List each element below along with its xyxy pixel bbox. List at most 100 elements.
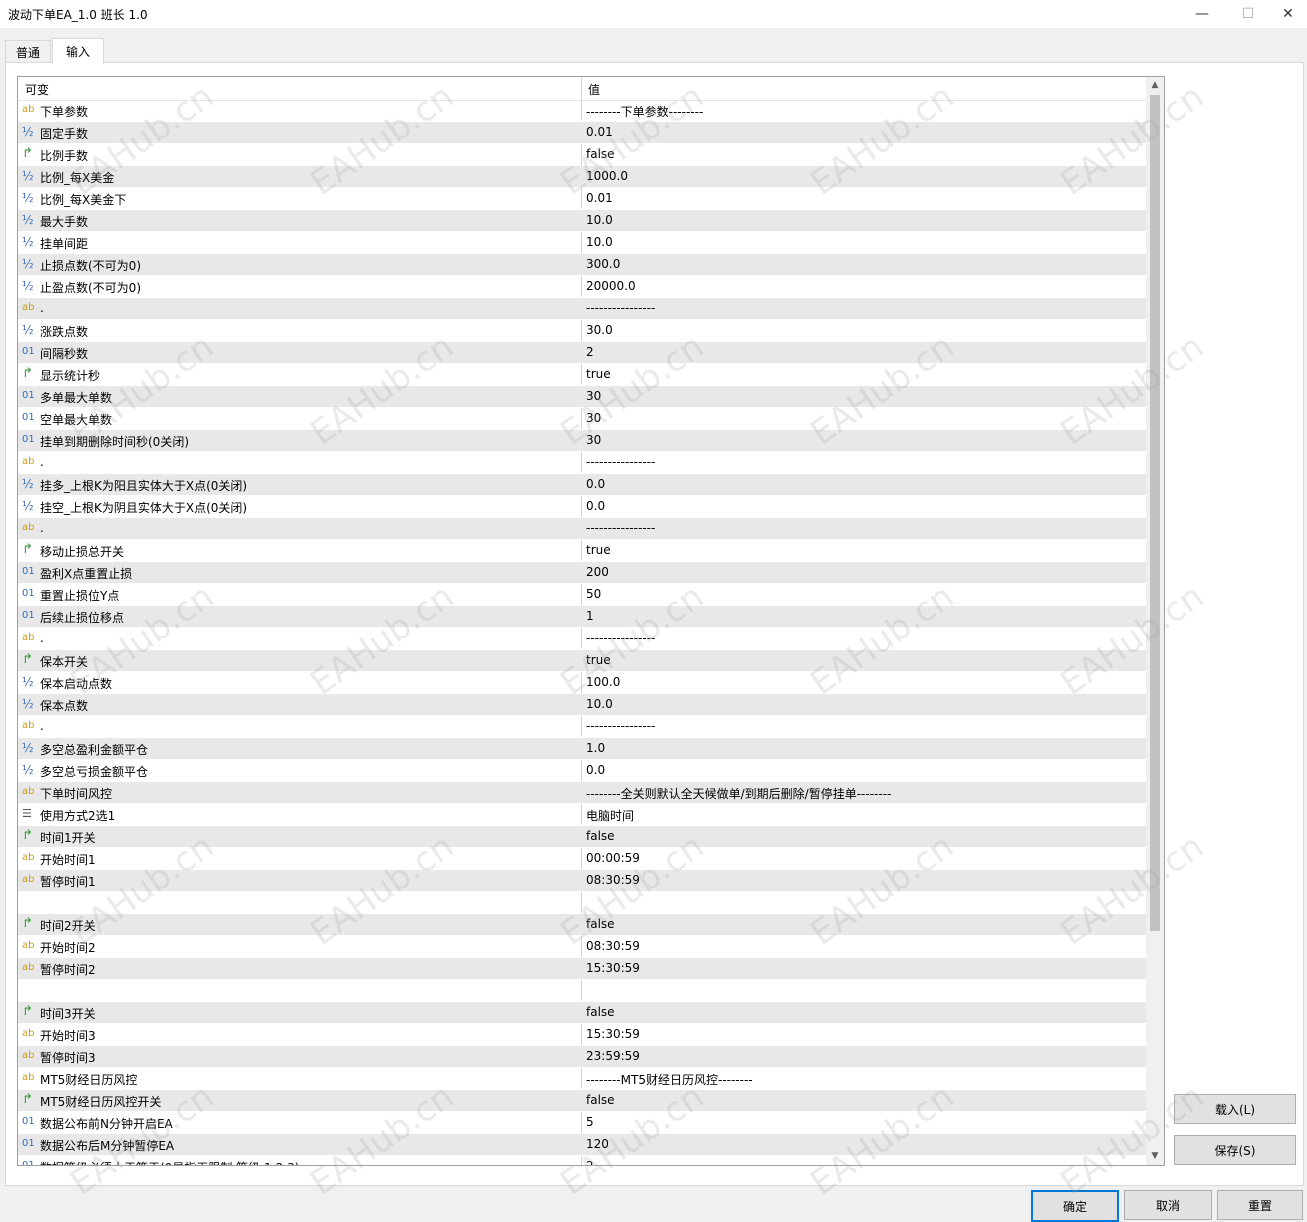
table-row[interactable]: 01 重置止损位Y点 50 xyxy=(18,584,1146,606)
table-row[interactable]: ab. ---------------- xyxy=(18,518,1146,540)
table-row[interactable]: ½ 止损点数(不可为0) 300.0 xyxy=(18,254,1146,276)
parameter-value[interactable]: 100.0 xyxy=(586,675,620,689)
parameter-value[interactable]: --------下单参数-------- xyxy=(586,103,703,120)
parameter-value[interactable]: 1000.0 xyxy=(586,169,628,183)
table-row[interactable]: ↱ 时间2开关 false xyxy=(18,914,1146,936)
table-row[interactable]: ½ 保本点数 10.0 xyxy=(18,694,1146,716)
parameter-value[interactable]: 50 xyxy=(586,587,601,601)
table-row[interactable]: ab 开始时间1 00:00:59 xyxy=(18,848,1146,870)
table-row[interactable]: ab 暂停时间1 08:30:59 xyxy=(18,870,1146,892)
table-row[interactable] xyxy=(18,892,1146,914)
parameter-value[interactable]: false xyxy=(586,1005,615,1019)
ok-button[interactable]: 确定 xyxy=(1031,1190,1119,1222)
table-row[interactable]: ☰ 使用方式2选1 电脑时间 xyxy=(18,804,1146,826)
scroll-thumb[interactable] xyxy=(1150,95,1160,931)
parameter-value[interactable]: 2 xyxy=(586,345,594,359)
parameter-value[interactable]: 23:59:59 xyxy=(586,1049,640,1063)
parameter-value[interactable]: false xyxy=(586,147,615,161)
table-row[interactable]: ½ 挂空_上根K为阴且实体大于X点(0关闭) 0.0 xyxy=(18,496,1146,518)
save-button[interactable]: 保存(S) xyxy=(1174,1135,1296,1165)
parameter-value[interactable]: 08:30:59 xyxy=(586,873,640,887)
table-row[interactable]: ab 开始时间2 08:30:59 xyxy=(18,936,1146,958)
table-row[interactable]: 01 间隔秒数 2 xyxy=(18,342,1146,364)
parameter-value[interactable]: --------MT5财经日历风控-------- xyxy=(586,1071,753,1088)
cancel-button[interactable]: 取消 xyxy=(1124,1190,1212,1220)
table-row[interactable]: ½ 涨跌点数 30.0 xyxy=(18,320,1146,342)
parameter-value[interactable]: ---------------- xyxy=(586,719,655,733)
column-header-variable[interactable]: 可变 xyxy=(25,81,49,98)
table-row[interactable]: ½ 最大手数 10.0 xyxy=(18,210,1146,232)
table-row[interactable] xyxy=(18,980,1146,1002)
parameter-value[interactable]: 5 xyxy=(586,1115,594,1129)
parameter-value[interactable]: true xyxy=(586,653,611,667)
table-row[interactable]: ab 暂停时间2 15:30:59 xyxy=(18,958,1146,980)
parameter-value[interactable]: true xyxy=(586,543,611,557)
parameter-value[interactable]: ---------------- xyxy=(586,521,655,535)
table-row[interactable]: 01 数据等级必须大于等于(0是指无限制 等级:1 2 3) 2 xyxy=(18,1156,1146,1165)
tab-common[interactable]: 普通 xyxy=(5,40,51,63)
table-row[interactable]: ab. ---------------- xyxy=(18,628,1146,650)
parameter-value[interactable]: 08:30:59 xyxy=(586,939,640,953)
parameter-value[interactable]: 1.0 xyxy=(586,741,605,755)
table-row[interactable]: 01 空单最大单数 30 xyxy=(18,408,1146,430)
table-row[interactable]: ↱ 比例手数 false xyxy=(18,144,1146,166)
table-row[interactable]: ½ 比例_每X美金下 0.01 xyxy=(18,188,1146,210)
minimize-icon[interactable]: — xyxy=(1179,0,1225,28)
parameter-value[interactable]: --------全关则默认全天候做单/到期后删除/暂停挂单-------- xyxy=(586,785,891,802)
table-row[interactable]: ½ 多空总亏损金额平仓 0.0 xyxy=(18,760,1146,782)
table-row[interactable]: ½ 挂多_上根K为阳且实体大于X点(0关闭) 0.0 xyxy=(18,474,1146,496)
table-row[interactable]: ↱ 时间1开关 false xyxy=(18,826,1146,848)
parameter-value[interactable]: 0.01 xyxy=(586,191,613,205)
parameter-value[interactable]: 0.0 xyxy=(586,499,605,513)
table-row[interactable]: ↱ 保本开关 true xyxy=(18,650,1146,672)
table-row[interactable]: ab. ---------------- xyxy=(18,716,1146,738)
table-row[interactable]: ½ 止盈点数(不可为0) 20000.0 xyxy=(18,276,1146,298)
table-row[interactable]: ab. ---------------- xyxy=(18,298,1146,320)
load-button[interactable]: 载入(L) xyxy=(1174,1094,1296,1124)
table-row[interactable]: ab. ---------------- xyxy=(18,452,1146,474)
table-row[interactable]: ↱ MT5财经日历风控开关 false xyxy=(18,1090,1146,1112)
table-row[interactable]: ab 开始时间3 15:30:59 xyxy=(18,1024,1146,1046)
parameter-value[interactable]: false xyxy=(586,1093,615,1107)
parameter-value[interactable]: 30.0 xyxy=(586,323,613,337)
parameter-value[interactable]: 15:30:59 xyxy=(586,1027,640,1041)
parameter-value[interactable]: 15:30:59 xyxy=(586,961,640,975)
parameter-value[interactable]: 0.01 xyxy=(586,125,613,139)
parameter-value[interactable]: 电脑时间 xyxy=(586,807,634,824)
vertical-scrollbar[interactable]: ▲ ▼ xyxy=(1146,77,1164,1165)
table-row[interactable]: ½ 挂单间距 10.0 xyxy=(18,232,1146,254)
table-row[interactable]: ab 下单参数 --------下单参数-------- xyxy=(18,100,1146,122)
parameter-value[interactable]: 120 xyxy=(586,1137,609,1151)
tab-inputs[interactable]: 输入 xyxy=(52,38,104,64)
parameter-value[interactable]: 30 xyxy=(586,389,601,403)
reset-button[interactable]: 重置 xyxy=(1217,1190,1303,1220)
table-row[interactable]: ↱ 显示统计秒 true xyxy=(18,364,1146,386)
parameter-value[interactable]: 2 xyxy=(586,1159,594,1165)
column-header-value[interactable]: 值 xyxy=(588,81,600,98)
table-row[interactable]: 01 挂单到期删除时间秒(0关闭) 30 xyxy=(18,430,1146,452)
parameter-value[interactable]: 30 xyxy=(586,411,601,425)
table-row[interactable]: ½ 比例_每X美金 1000.0 xyxy=(18,166,1146,188)
parameter-value[interactable]: 200 xyxy=(586,565,609,579)
table-row[interactable]: ab MT5财经日历风控 --------MT5财经日历风控-------- xyxy=(18,1068,1146,1090)
parameter-value[interactable]: 300.0 xyxy=(586,257,620,271)
parameter-value[interactable]: 30 xyxy=(586,433,601,447)
scroll-up-icon[interactable]: ▲ xyxy=(1146,77,1164,94)
table-row[interactable]: ↱ 时间3开关 false xyxy=(18,1002,1146,1024)
table-row[interactable]: ½ 固定手数 0.01 xyxy=(18,122,1146,144)
parameter-value[interactable]: ---------------- xyxy=(586,301,655,315)
table-row[interactable]: ab 下单时间风控 --------全关则默认全天候做单/到期后删除/暂停挂单---… xyxy=(18,782,1146,804)
table-row[interactable]: ab 暂停时间3 23:59:59 xyxy=(18,1046,1146,1068)
table-row[interactable]: 01 数据公布前N分钟开启EA 5 xyxy=(18,1112,1146,1134)
parameter-value[interactable]: ---------------- xyxy=(586,631,655,645)
parameter-value[interactable]: 0.0 xyxy=(586,763,605,777)
parameter-value[interactable]: ---------------- xyxy=(586,455,655,469)
parameter-value[interactable]: 00:00:59 xyxy=(586,851,640,865)
table-row[interactable]: ½ 多空总盈利金额平仓 1.0 xyxy=(18,738,1146,760)
parameter-value[interactable]: 0.0 xyxy=(586,477,605,491)
table-row[interactable]: 01 后续止损位移点 1 xyxy=(18,606,1146,628)
parameter-value[interactable]: false xyxy=(586,917,615,931)
parameter-value[interactable]: 10.0 xyxy=(586,235,613,249)
parameter-value[interactable]: false xyxy=(586,829,615,843)
table-row[interactable]: 01 数据公布后M分钟暂停EA 120 xyxy=(18,1134,1146,1156)
